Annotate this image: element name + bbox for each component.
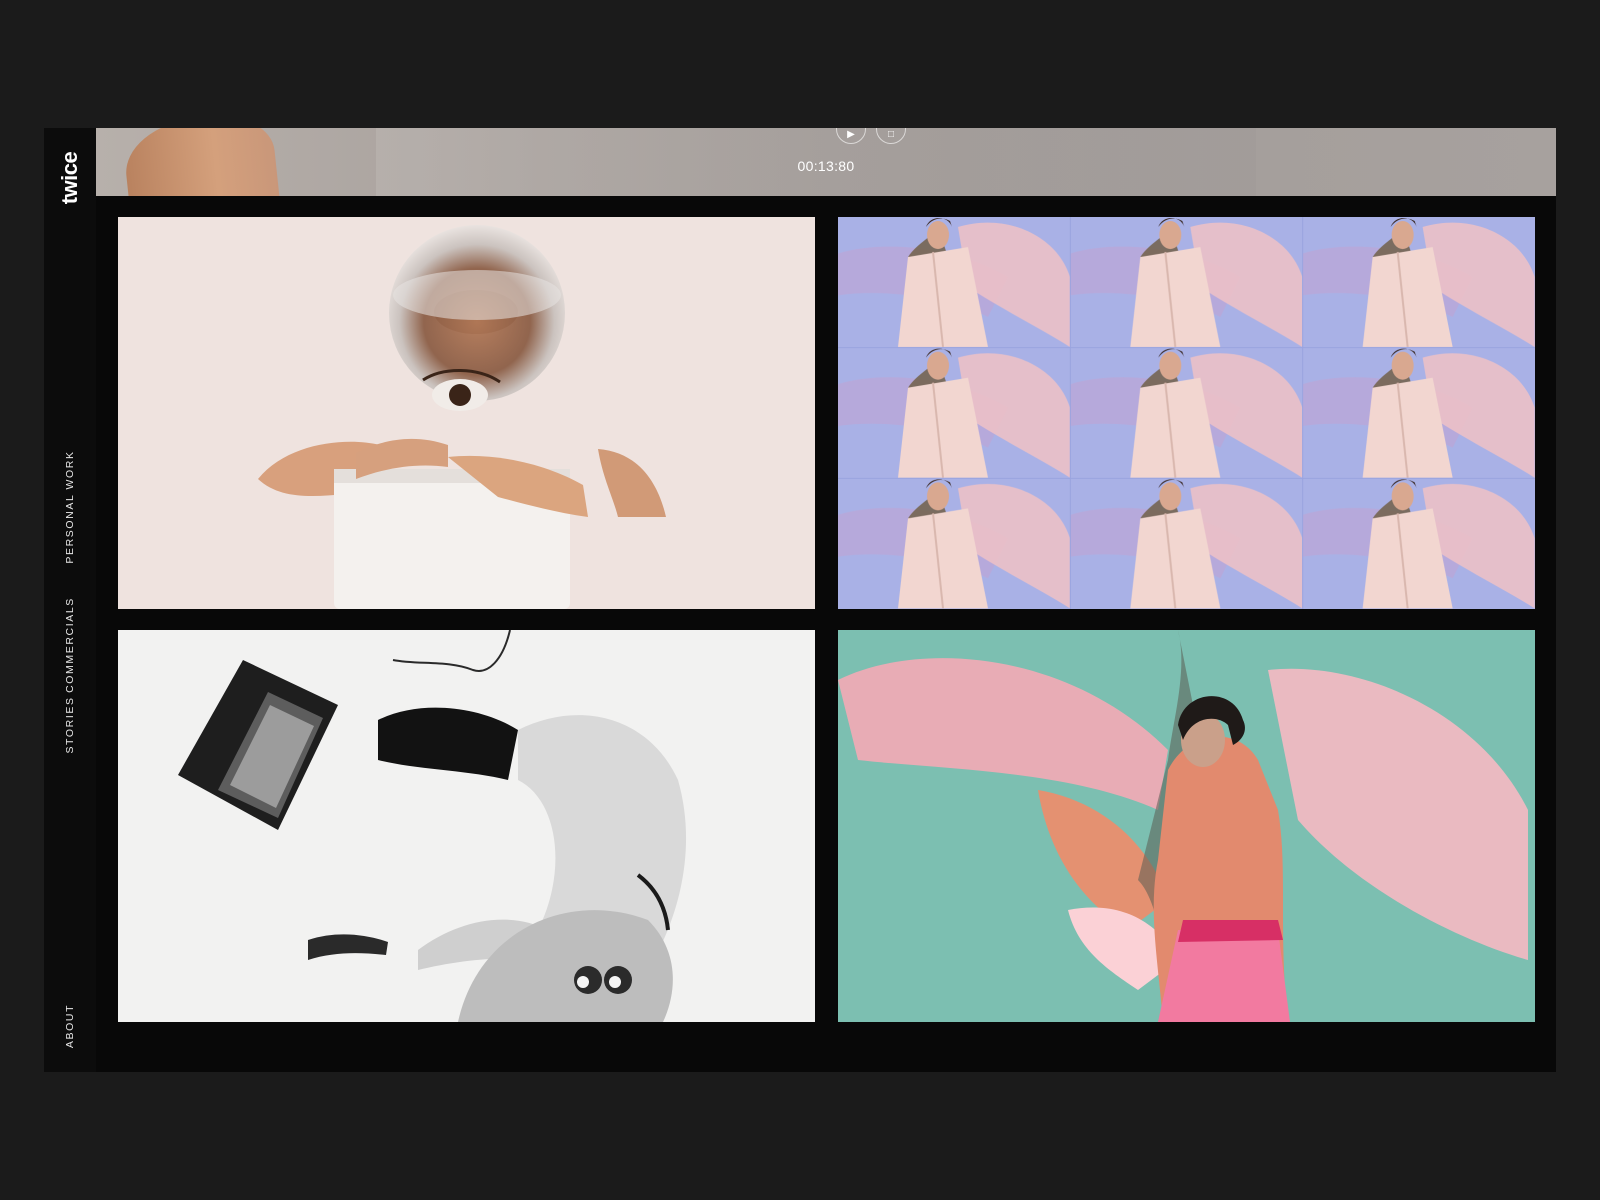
fishbowl-photo (118, 217, 815, 609)
flower-projection-photo (838, 630, 1535, 1022)
site-frame: twice PERSONAL WORK COMMERCIALS STORIES … (44, 128, 1556, 1072)
gallery-tile-fishbowl[interactable] (118, 217, 815, 609)
sidebar: twice PERSONAL WORK COMMERCIALS STORIES … (44, 128, 96, 1072)
gallery-tile-pink-suit-grid[interactable] (838, 217, 1535, 609)
nav-commercials[interactable]: COMMERCIALS (64, 597, 76, 693)
nav-personal-work[interactable]: PERSONAL WORK (64, 450, 76, 563)
video-timecode: 00:13:80 (797, 158, 855, 174)
gallery-tile-tv-upside-down[interactable] (118, 630, 815, 1022)
gallery-tile-flower-projection[interactable] (838, 630, 1535, 1022)
pink-suit-grid-photo (838, 217, 1535, 609)
nav-stories[interactable]: STORIES (64, 696, 76, 753)
video-player[interactable]: ▶ □ 00:13:80 (96, 128, 1556, 196)
logo[interactable]: twice (57, 152, 83, 205)
tv-upside-down-photo (118, 630, 815, 1022)
nav-about[interactable]: ABOUT (64, 1004, 76, 1048)
